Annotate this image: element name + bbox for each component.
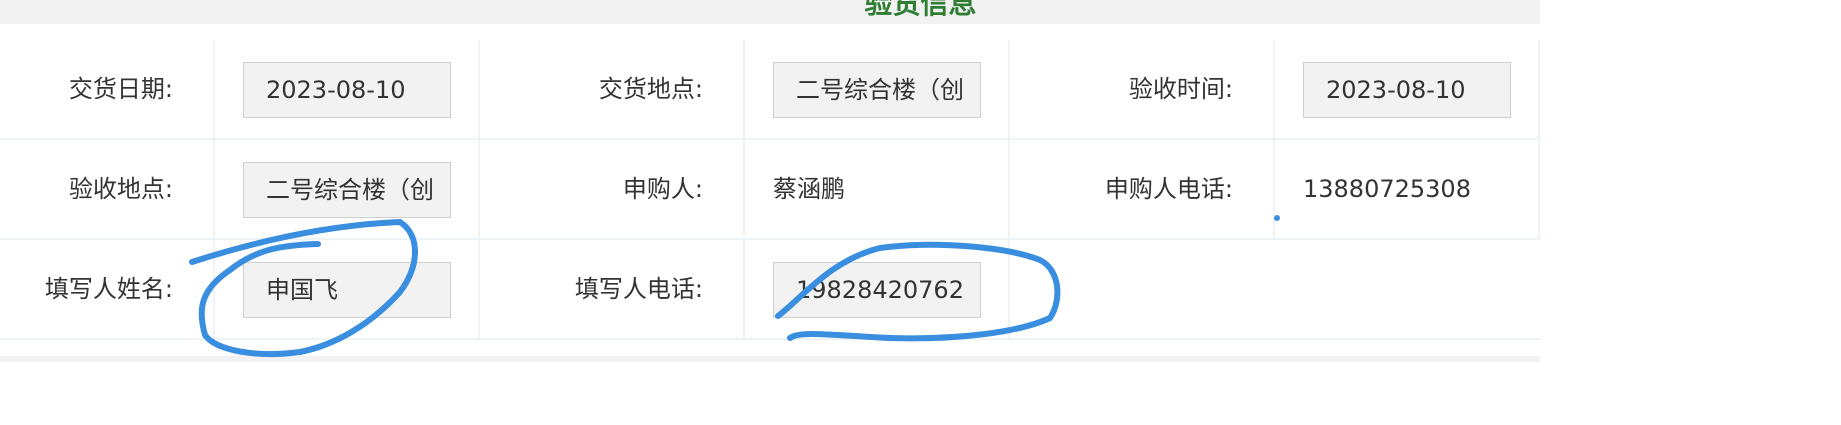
acceptance-place-field[interactable]: 二号综合楼（创 <box>243 162 451 218</box>
delivery-place-field[interactable]: 二号综合楼（创 <box>773 62 981 118</box>
purchaser-phone-cell: 13880725308 <box>1275 140 1540 238</box>
filler-name-label: 填写人姓名: <box>0 240 215 338</box>
acceptance-place-cell: 二号综合楼（创 <box>215 140 480 238</box>
page-margin <box>1540 0 1841 425</box>
empty-cell <box>1010 240 1540 338</box>
acceptance-time-field[interactable]: 2023-08-10 <box>1303 62 1511 118</box>
delivery-place-label: 交货地点: <box>480 40 745 138</box>
acceptance-time-cell: 2023-08-10 <box>1275 40 1540 138</box>
delivery-date-field[interactable]: 2023-08-10 <box>243 62 451 118</box>
table-row: 交货日期: 2023-08-10 交货地点: 二号综合楼（创 验收时间: 202… <box>0 40 1540 140</box>
purchaser-value: 蔡涵鹏 <box>773 175 845 203</box>
purchaser-phone-value: 13880725308 <box>1303 175 1471 203</box>
filler-phone-field[interactable]: 19828420762 <box>773 262 981 318</box>
delivery-place-cell: 二号综合楼（创 <box>745 40 1010 138</box>
filler-name-cell: 申国飞 <box>215 240 480 338</box>
acceptance-time-label: 验收时间: <box>1010 40 1275 138</box>
purchaser-cell: 蔡涵鹏 <box>745 140 1010 238</box>
purchaser-label: 申购人: <box>480 140 745 238</box>
filler-phone-cell: 19828420762 <box>745 240 1010 338</box>
filler-name-field[interactable]: 申国飞 <box>243 262 451 318</box>
info-table: 交货日期: 2023-08-10 交货地点: 二号综合楼（创 验收时间: 202… <box>0 40 1540 340</box>
delivery-date-cell: 2023-08-10 <box>215 40 480 138</box>
delivery-date-label: 交货日期: <box>0 40 215 138</box>
table-row: 填写人姓名: 申国飞 填写人电话: 19828420762 <box>0 240 1540 340</box>
section-footer <box>0 356 1540 362</box>
filler-phone-label: 填写人电话: <box>480 240 745 338</box>
table-row: 验收地点: 二号综合楼（创 申购人: 蔡涵鹏 申购人电话: 1388072530… <box>0 140 1540 240</box>
acceptance-place-label: 验收地点: <box>0 140 215 238</box>
purchaser-phone-label: 申购人电话: <box>1010 140 1275 238</box>
